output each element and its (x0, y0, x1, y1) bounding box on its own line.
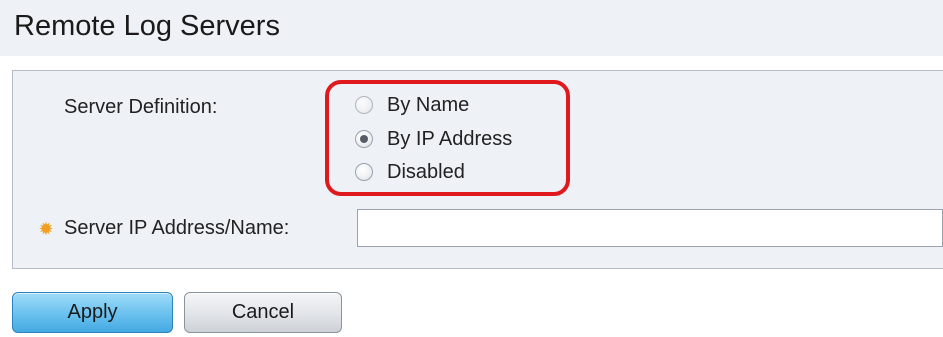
required-gear-icon: ✹ (38, 219, 54, 239)
radio-disabled-control[interactable] (355, 163, 373, 181)
page-title: Remote Log Servers (14, 10, 280, 42)
radio-by-ip-address-control[interactable] (355, 130, 373, 148)
radio-by-ip-address-label[interactable]: By IP Address (387, 128, 512, 151)
radio-by-ip-address[interactable]: By IP Address (355, 126, 512, 152)
radio-disabled[interactable]: Disabled (355, 159, 465, 185)
apply-button[interactable]: Apply (12, 292, 173, 333)
radio-by-name-control[interactable] (355, 96, 373, 114)
server-address-input[interactable] (357, 209, 943, 247)
server-definition-label: Server Definition: (64, 96, 218, 118)
radio-by-name-label[interactable]: By Name (387, 94, 469, 117)
cancel-button[interactable]: Cancel (184, 292, 342, 333)
server-address-label: Server IP Address/Name: (64, 217, 290, 239)
title-bar: Remote Log Servers (0, 0, 943, 56)
radio-disabled-label[interactable]: Disabled (387, 161, 465, 184)
radio-by-name[interactable]: By Name (355, 92, 469, 118)
